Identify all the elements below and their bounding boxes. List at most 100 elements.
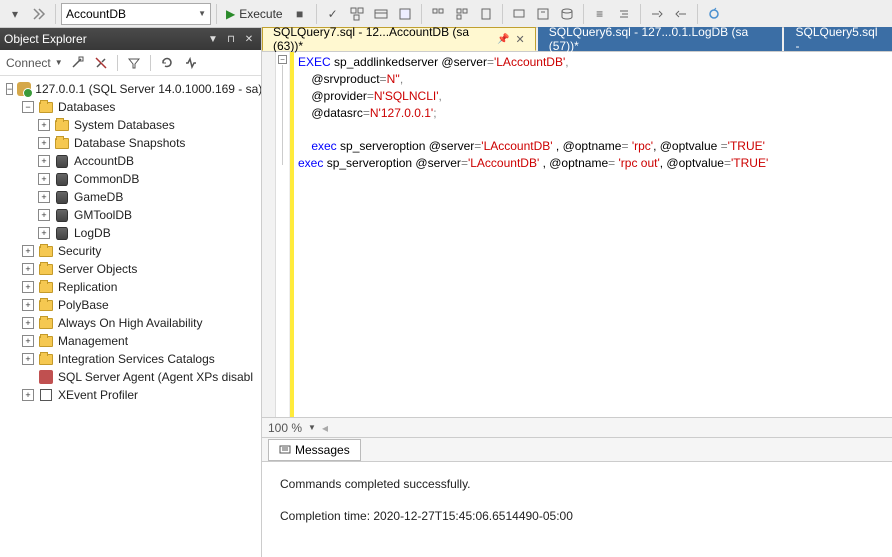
connect-label[interactable]: Connect xyxy=(6,56,51,70)
folder-icon xyxy=(39,354,53,365)
folder-icon xyxy=(39,282,53,293)
pin-icon[interactable]: 📌 xyxy=(497,34,509,45)
results-tabs: Messages xyxy=(262,437,892,461)
expand-icon[interactable]: + xyxy=(38,227,50,239)
expand-icon[interactable]: + xyxy=(38,173,50,185)
tree-db-game[interactable]: +GameDB xyxy=(0,188,261,206)
tab-sqlquery7[interactable]: SQLQuery7.sql - 12...AccountDB (sa (63))… xyxy=(262,27,536,51)
stop-debug-icon[interactable]: ▾ xyxy=(4,3,26,25)
surround-icon[interactable] xyxy=(703,3,725,25)
main-toolbar: ▾ AccountDB ▼ ▶ Execute ■ ✓ ≡ xyxy=(0,0,892,28)
query-options-icon[interactable] xyxy=(370,3,392,25)
expand-icon[interactable]: + xyxy=(22,263,34,275)
intellisense-icon[interactable] xyxy=(394,3,416,25)
folder-icon xyxy=(39,264,53,275)
display-plan-icon[interactable] xyxy=(346,3,368,25)
results-file-icon[interactable] xyxy=(475,3,497,25)
tree-server[interactable]: −127.0.0.1 (SQL Server 14.0.1000.169 - s… xyxy=(0,80,261,98)
tree-system-databases[interactable]: +System Databases xyxy=(0,116,261,134)
database-combo[interactable]: AccountDB ▼ xyxy=(61,3,211,25)
folder-icon xyxy=(55,120,69,131)
tree-agent[interactable]: SQL Server Agent (Agent XPs disabl xyxy=(0,368,261,386)
expand-icon[interactable]: + xyxy=(38,191,50,203)
zoom-value[interactable]: 100 % xyxy=(268,421,302,435)
expand-icon[interactable]: + xyxy=(22,389,34,401)
activity-icon[interactable] xyxy=(181,53,201,73)
collapse-icon[interactable]: − xyxy=(22,101,34,113)
comment-icon[interactable] xyxy=(508,3,530,25)
object-tree[interactable]: −127.0.0.1 (SQL Server 14.0.1000.169 - s… xyxy=(0,76,261,557)
tree-always-on[interactable]: +Always On High Availability xyxy=(0,314,261,332)
tab-sqlquery6[interactable]: SQLQuery6.sql - 127...0.1.LogDB (sa (57)… xyxy=(538,27,783,51)
pin-icon[interactable]: ⊓ xyxy=(223,31,239,47)
tree-db-account[interactable]: +AccountDB xyxy=(0,152,261,170)
tree-db-common[interactable]: +CommonDB xyxy=(0,170,261,188)
database-icon xyxy=(56,209,68,222)
database-icon xyxy=(56,155,68,168)
tree-db-log[interactable]: +LogDB xyxy=(0,224,261,242)
folder-icon xyxy=(39,102,53,113)
collapse-icon[interactable]: − xyxy=(6,83,13,95)
collapse-region-icon[interactable]: − xyxy=(278,55,287,64)
zoom-bar: 100 % ▼ ◂ xyxy=(262,417,892,437)
message-line: Completion time: 2020-12-27T15:45:06.651… xyxy=(280,506,874,526)
refresh-icon[interactable] xyxy=(157,53,177,73)
execute-label: Execute xyxy=(239,7,282,21)
tab-sqlquery5[interactable]: SQLQuery5.sql - xyxy=(784,27,892,51)
tree-databases[interactable]: −Databases xyxy=(0,98,261,116)
database-icon[interactable] xyxy=(556,3,578,25)
specify-values-icon[interactable] xyxy=(646,3,668,25)
expand-icon[interactable]: + xyxy=(22,317,34,329)
split-handle-icon[interactable]: ◂ xyxy=(322,421,328,435)
selection-margin[interactable] xyxy=(262,52,276,417)
expand-icon[interactable]: + xyxy=(38,119,50,131)
message-line: Commands completed successfully. xyxy=(280,474,874,494)
parse-icon[interactable]: ✓ xyxy=(322,3,344,25)
expand-icon[interactable]: + xyxy=(22,335,34,347)
chevron-down-icon[interactable]: ▼ xyxy=(308,423,316,432)
outdent-icon[interactable] xyxy=(613,3,635,25)
expand-icon[interactable]: + xyxy=(22,281,34,293)
disconnect-icon[interactable] xyxy=(91,53,111,73)
close-icon[interactable]: ✕ xyxy=(516,33,525,46)
indent-icon[interactable]: ≡ xyxy=(589,3,611,25)
object-explorer-toolbar: Connect ▼ xyxy=(0,50,261,76)
cancel-query-icon[interactable]: ■ xyxy=(289,3,311,25)
specify-values2-icon[interactable] xyxy=(670,3,692,25)
database-icon xyxy=(56,227,68,240)
close-icon[interactable]: ✕ xyxy=(241,31,257,47)
expand-icon[interactable]: + xyxy=(38,137,50,149)
uncomment-icon[interactable] xyxy=(532,3,554,25)
step-icon[interactable] xyxy=(28,3,50,25)
filter-icon[interactable] xyxy=(124,53,144,73)
messages-icon xyxy=(279,444,291,456)
expand-icon[interactable]: + xyxy=(22,353,34,365)
expand-icon[interactable]: + xyxy=(22,245,34,257)
tree-management[interactable]: +Management xyxy=(0,332,261,350)
code-text[interactable]: EXEC sp_addlinkedserver @server='LAccoun… xyxy=(294,52,892,417)
results-text-icon[interactable] xyxy=(427,3,449,25)
expand-icon[interactable]: + xyxy=(38,209,50,221)
results-grid-icon[interactable] xyxy=(451,3,473,25)
chevron-down-icon: ▼ xyxy=(198,9,206,18)
server-icon xyxy=(17,82,31,96)
folder-icon xyxy=(39,318,53,329)
code-editor[interactable]: − EXEC sp_addlinkedserver @server='LAcco… xyxy=(262,52,892,417)
tree-xevent[interactable]: +XEvent Profiler xyxy=(0,386,261,404)
messages-pane[interactable]: Commands completed successfully. Complet… xyxy=(262,461,892,557)
editor-area: SQLQuery7.sql - 12...AccountDB (sa (63))… xyxy=(262,28,892,557)
outline-margin[interactable]: − xyxy=(276,52,290,417)
tree-db-gmtool[interactable]: +GMToolDB xyxy=(0,206,261,224)
expand-icon[interactable]: + xyxy=(38,155,50,167)
connect-icon[interactable] xyxy=(67,53,87,73)
execute-button[interactable]: ▶ Execute xyxy=(222,7,287,21)
expand-icon[interactable]: + xyxy=(22,299,34,311)
tree-polybase[interactable]: +PolyBase xyxy=(0,296,261,314)
tree-database-snapshots[interactable]: +Database Snapshots xyxy=(0,134,261,152)
tree-server-objects[interactable]: +Server Objects xyxy=(0,260,261,278)
tree-replication[interactable]: +Replication xyxy=(0,278,261,296)
tree-integration[interactable]: +Integration Services Catalogs xyxy=(0,350,261,368)
window-position-icon[interactable]: ▼ xyxy=(205,31,221,47)
messages-tab[interactable]: Messages xyxy=(268,439,361,461)
tree-security[interactable]: +Security xyxy=(0,242,261,260)
